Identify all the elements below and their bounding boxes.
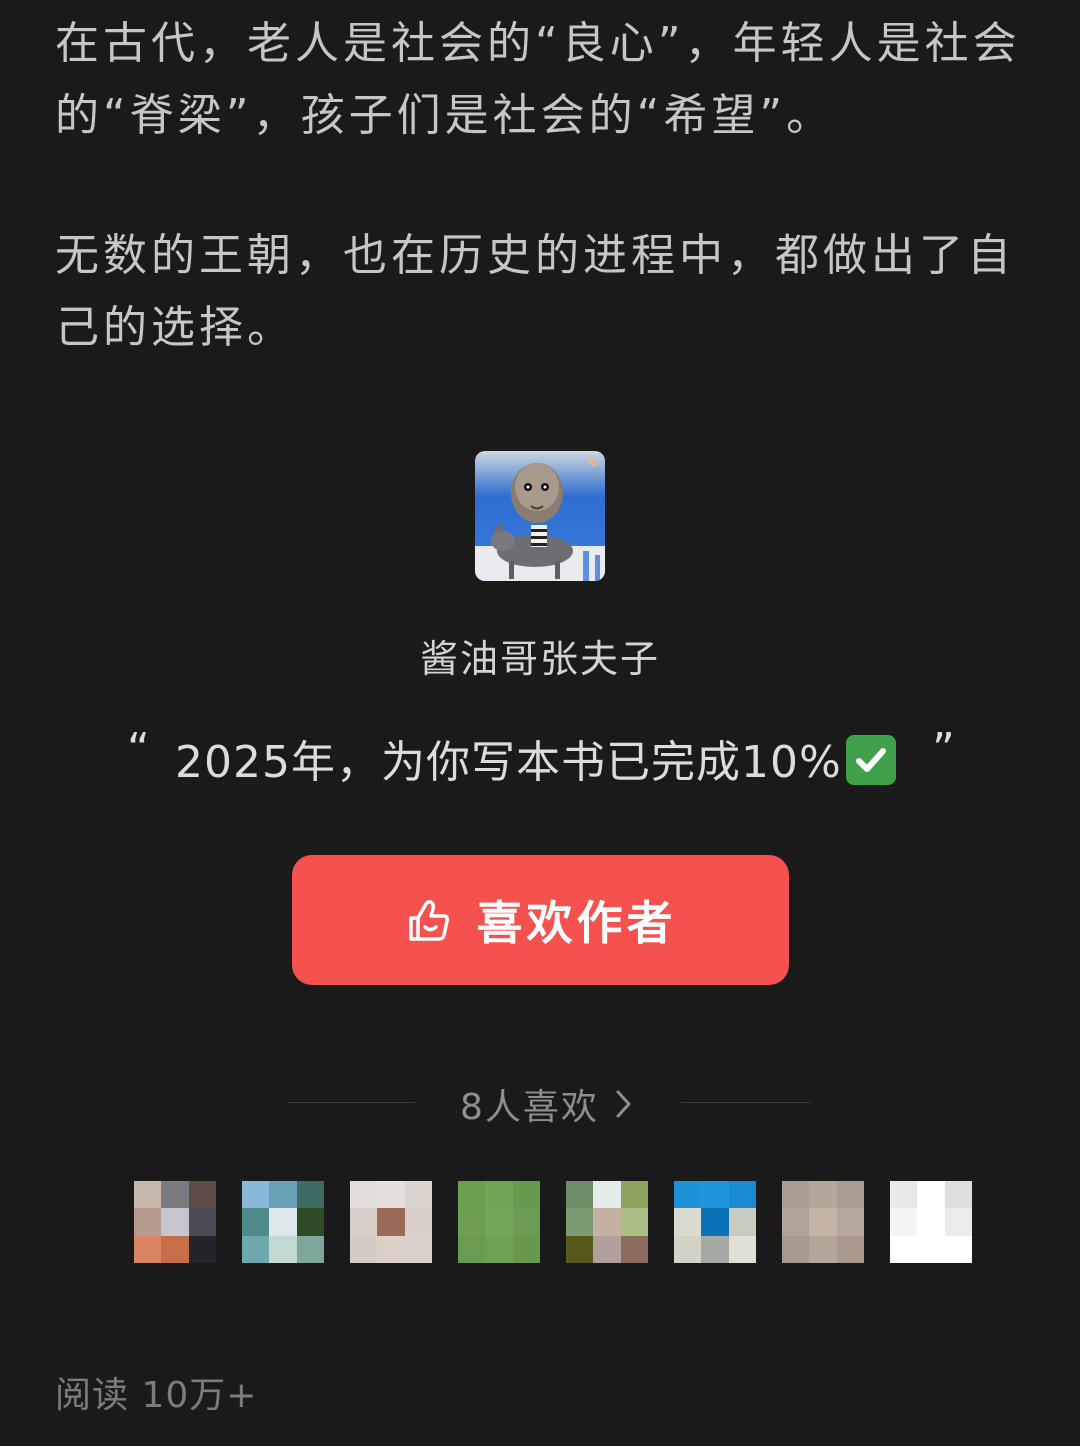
divider-right: [681, 1102, 811, 1103]
liker-avatar[interactable]: [134, 1181, 216, 1263]
quote-close-mark: ”: [932, 724, 955, 775]
author-name[interactable]: 酱油哥张夫子: [0, 628, 1080, 683]
liker-avatar[interactable]: [242, 1181, 324, 1263]
chevron-right-icon[interactable]: [613, 1088, 635, 1120]
like-author-button[interactable]: 喜欢作者: [292, 855, 789, 985]
liker-avatar[interactable]: [566, 1181, 648, 1263]
divider-left: [287, 1102, 415, 1103]
likes-summary[interactable]: 8人喜欢: [0, 1078, 1080, 1128]
article-paragraph: 无数的王朝，也在历史的进程中，都做出了自己的选择。: [55, 230, 1015, 353]
caricature-riding-bull-avatar-image: [475, 451, 605, 581]
liker-avatar[interactable]: [890, 1181, 972, 1263]
liker-avatar[interactable]: [674, 1181, 756, 1263]
quote-text-wrapper: 2025年，为你写本书已完成10%: [175, 726, 896, 790]
read-count: 阅读 10万+: [55, 1375, 258, 1416]
liker-avatar[interactable]: [350, 1181, 432, 1263]
author-quote: “ 2025年，为你写本书已完成10% ”: [0, 724, 1080, 794]
liker-avatar[interactable]: [782, 1181, 864, 1263]
white-heavy-check-mark-icon: [845, 735, 896, 785]
quote-open-mark: “: [127, 724, 150, 775]
like-author-label: 喜欢作者: [476, 896, 677, 950]
author-avatar[interactable]: [475, 451, 605, 581]
thumbs-up-icon: [408, 899, 449, 941]
article-paragraph: 在古代，老人是社会的“良心”，年轻人是社会的“脊梁”，孩子们是社会的“希望”。: [55, 18, 1021, 141]
likes-count[interactable]: 8人喜欢: [460, 1078, 599, 1130]
quote-text: 2025年，为你写本书已完成10%: [175, 737, 842, 788]
liker-avatar[interactable]: [458, 1181, 540, 1263]
